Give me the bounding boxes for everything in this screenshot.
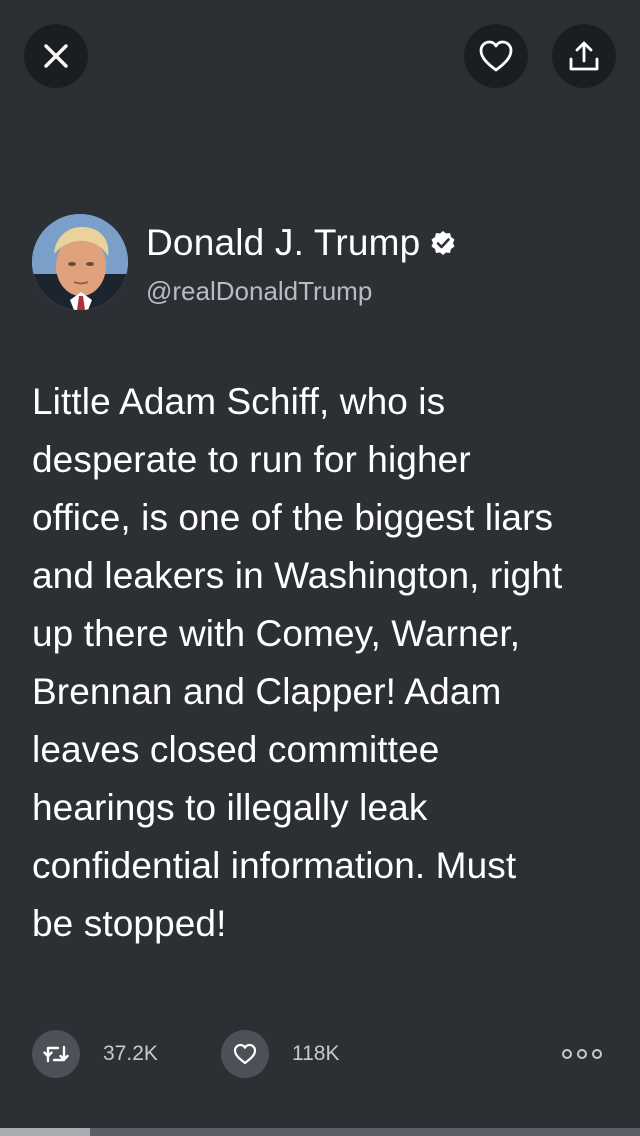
avatar[interactable] <box>32 214 128 310</box>
like-count: 118K <box>292 1042 340 1065</box>
more-dots-icon <box>592 1049 602 1059</box>
close-button[interactable] <box>24 24 88 88</box>
retweet-count: 37.2K <box>103 1042 158 1065</box>
more-options-button[interactable] <box>562 1044 602 1064</box>
heart-outline-icon <box>479 40 513 72</box>
avatar-portrait-image <box>32 214 128 310</box>
story-progress-fill <box>0 1128 90 1136</box>
share-button[interactable] <box>552 24 616 88</box>
story-progress-bar <box>0 1128 640 1136</box>
name-row: Donald J. Trump <box>146 222 456 264</box>
like-button[interactable] <box>221 1030 269 1078</box>
retweet-icon <box>43 1045 69 1063</box>
tweet-line: Little Adam Schiff, who is <box>32 381 446 422</box>
tweet-line: up there with Comey, Warner, <box>32 613 521 654</box>
action-bar: 37.2K 118K <box>0 1030 640 1078</box>
tweet-line: confidential information. Must <box>32 845 517 886</box>
retweet-button[interactable] <box>32 1030 80 1078</box>
verified-badge-icon <box>431 231 455 255</box>
user-handle[interactable]: @realDonaldTrump <box>146 276 372 307</box>
display-name[interactable]: Donald J. Trump <box>146 222 420 264</box>
tweet-line: hearings to illegally leak <box>32 787 428 828</box>
tweet-author: Donald J. Trump @realDonaldTrump <box>32 214 592 314</box>
share-upload-icon <box>569 41 599 71</box>
more-dots-icon <box>577 1049 587 1059</box>
tweet-line: leaves closed committee <box>32 729 440 770</box>
tweet-line: desperate to run for higher <box>32 439 471 480</box>
tweet-line: office, is one of the biggest liars <box>32 497 554 538</box>
close-icon <box>44 44 68 68</box>
tweet-line: Brennan and Clapper! Adam <box>32 671 502 712</box>
more-dots-icon <box>562 1049 572 1059</box>
tweet-text: Little Adam Schiff, who is desperate to … <box>32 373 612 953</box>
heart-outline-icon <box>233 1043 257 1065</box>
like-top-button[interactable] <box>464 24 528 88</box>
tweet-line: and leakers in Washington, right <box>32 555 563 596</box>
tweet-line: be stopped! <box>32 903 227 944</box>
